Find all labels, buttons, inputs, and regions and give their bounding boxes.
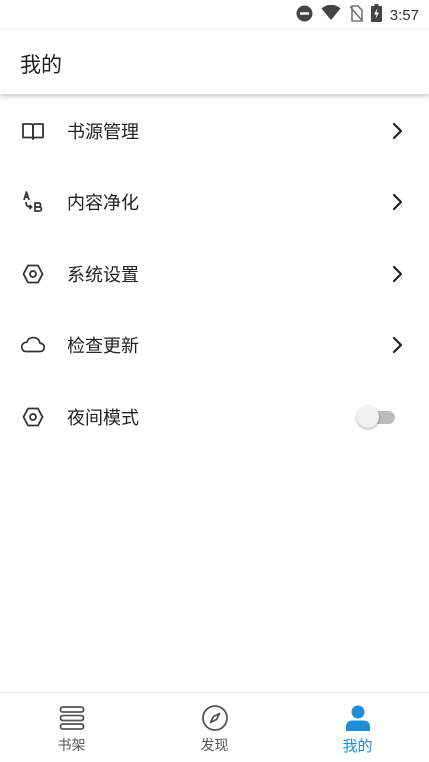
menu-item-check-update[interactable]: 检查更新 <box>0 310 429 382</box>
menu-item-label: 内容净化 <box>67 193 139 215</box>
hex-nut-icon <box>20 404 46 430</box>
cloud-icon <box>20 332 46 358</box>
nav-tab-label: 发现 <box>200 738 229 754</box>
menu-item-label: 系统设置 <box>67 264 139 286</box>
menu-list: 书源管理 内容净化 系统设置 检查更新 夜间模式 <box>0 95 429 453</box>
menu-item-content-purify[interactable]: 内容净化 <box>0 167 429 239</box>
replace-ab-icon <box>20 189 46 215</box>
bookshelf-icon <box>57 703 87 733</box>
menu-item-label: 书源管理 <box>67 121 139 143</box>
chevron-right-icon <box>391 264 405 284</box>
hex-nut-icon <box>20 261 46 287</box>
page-title: 我的 <box>20 53 62 77</box>
nav-tab-mine[interactable]: 我的 <box>286 693 429 762</box>
nav-tab-label: 我的 <box>342 737 373 755</box>
person-icon <box>343 703 373 733</box>
nav-tab-bookshelf[interactable]: 书架 <box>0 693 143 762</box>
menu-item-book-sources[interactable]: 书源管理 <box>0 95 429 167</box>
no-sim-icon <box>349 4 363 26</box>
app-bar: 我的 <box>0 30 429 94</box>
book-open-icon <box>20 118 46 144</box>
menu-item-label: 夜间模式 <box>67 407 139 429</box>
chevron-right-icon <box>391 192 405 212</box>
battery-charging-icon <box>370 4 382 26</box>
night-mode-toggle[interactable] <box>357 405 397 428</box>
chevron-right-icon <box>391 121 405 141</box>
menu-item-night-mode[interactable]: 夜间模式 <box>0 381 429 453</box>
menu-item-system-settings[interactable]: 系统设置 <box>0 238 429 310</box>
bottom-navigation: 书架 发现 我的 <box>0 692 429 762</box>
status-bar: 3:57 <box>0 0 429 30</box>
compass-icon <box>200 703 230 733</box>
nav-tab-discover[interactable]: 发现 <box>143 693 286 762</box>
nav-tab-label: 书架 <box>57 738 86 754</box>
status-time: 3:57 <box>389 6 419 24</box>
chevron-right-icon <box>391 335 405 355</box>
status-icons: 3:57 <box>296 4 419 26</box>
toggle-thumb <box>357 405 379 428</box>
wifi-icon <box>321 4 341 25</box>
do-not-disturb-icon <box>296 5 313 26</box>
menu-item-label: 检查更新 <box>67 336 139 358</box>
